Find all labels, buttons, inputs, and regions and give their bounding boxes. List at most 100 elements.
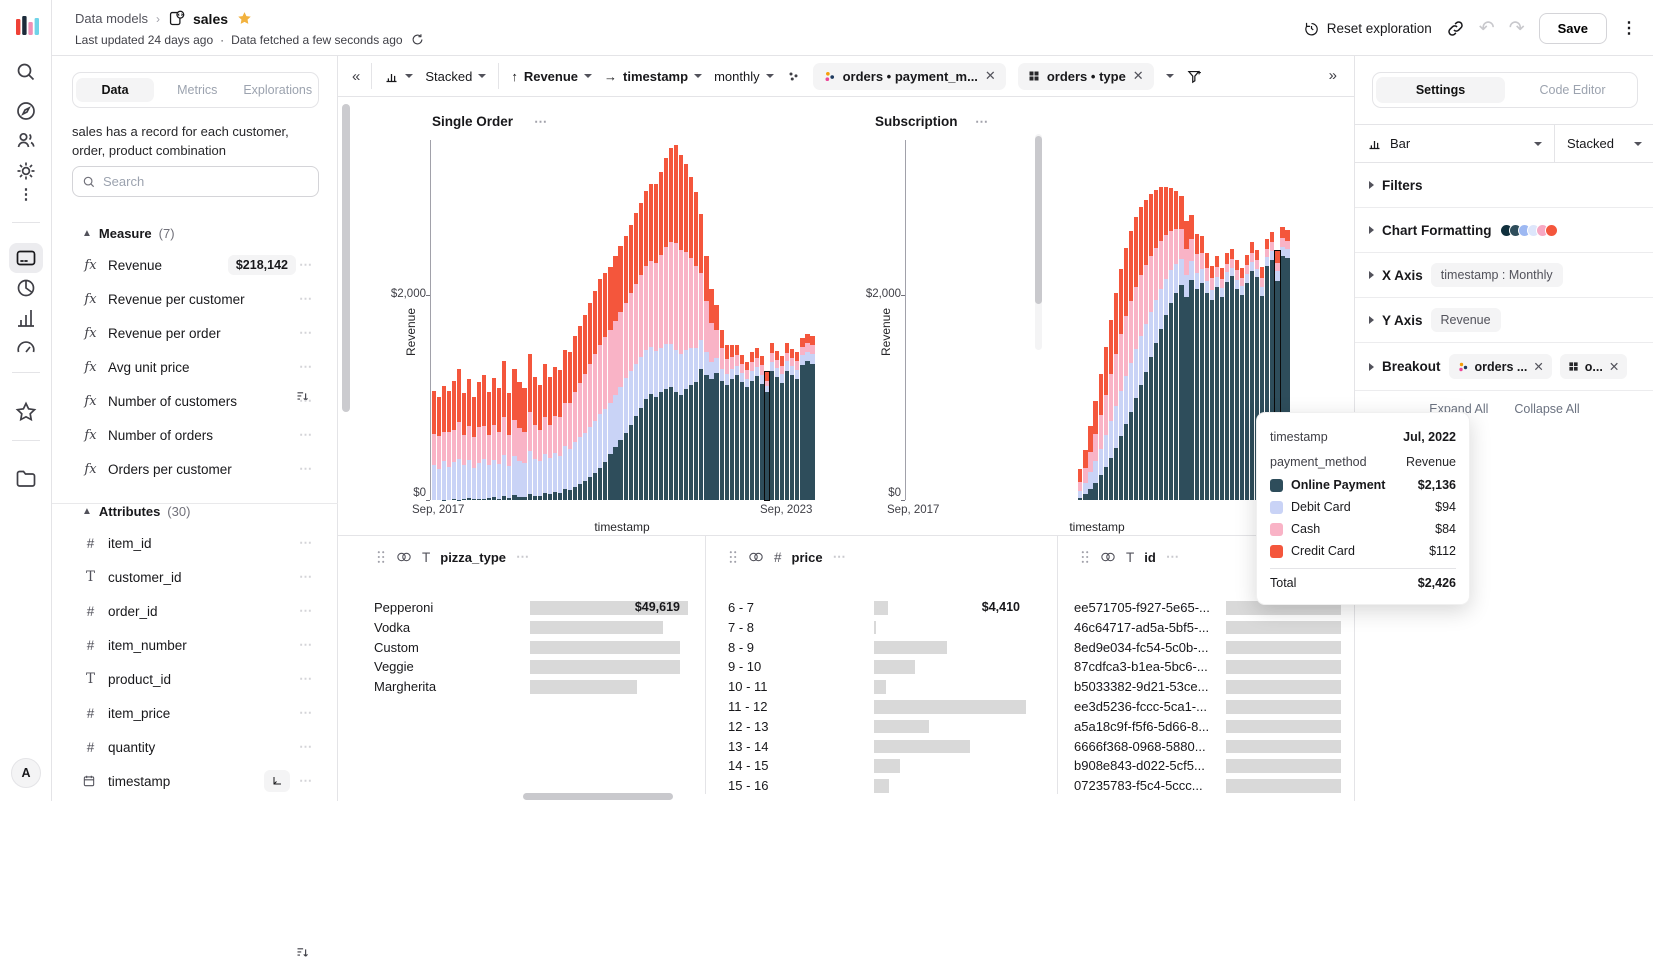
bar[interactable]: [775, 351, 779, 500]
horizontal-scrollbar[interactable]: [338, 793, 1354, 801]
summary-row[interactable]: 14 - 15: [706, 756, 1057, 776]
bar[interactable]: [462, 393, 466, 500]
bar[interactable]: [1154, 190, 1158, 500]
bar[interactable]: [1078, 469, 1082, 500]
bar[interactable]: [1093, 401, 1097, 500]
summary-row[interactable]: Veggie: [340, 657, 705, 677]
measure-section-header[interactable]: ▲ Measure (7): [52, 220, 338, 246]
field-menu-icon[interactable]: ⋯: [299, 461, 312, 477]
bar[interactable]: [533, 377, 537, 500]
attribute-item-customer_id[interactable]: Tcustomer_id⋯: [52, 560, 338, 594]
undo-icon[interactable]: ↶: [1479, 17, 1495, 40]
bar[interactable]: [543, 364, 547, 500]
collapse-all-link[interactable]: Collapse All: [1514, 402, 1579, 416]
bar[interactable]: [517, 382, 521, 500]
bar[interactable]: [548, 377, 552, 500]
bar[interactable]: [689, 177, 693, 500]
bar[interactable]: [573, 336, 577, 500]
bar[interactable]: [624, 236, 628, 500]
bar[interactable]: [507, 393, 511, 500]
bar[interactable]: [694, 192, 698, 500]
bar[interactable]: [1149, 194, 1153, 500]
bar[interactable]: [472, 397, 476, 500]
bar[interactable]: [755, 348, 759, 500]
measure-item-Number of orders[interactable]: fxNumber of orders⋯: [52, 418, 338, 452]
price-column-scrollbar[interactable]: [1035, 134, 1042, 350]
plot-area[interactable]: [430, 140, 814, 500]
attribute-item-timestamp[interactable]: timestamp⋯: [52, 764, 338, 798]
drag-handle-icon[interactable]: [1080, 550, 1090, 564]
summary-row[interactable]: 10 - 11: [706, 677, 1057, 697]
viz-type-select[interactable]: Bar: [1355, 125, 1555, 162]
bar[interactable]: [553, 367, 557, 500]
summary-row[interactable]: b5033382-9d21-53ce...: [1058, 677, 1354, 697]
bar[interactable]: [629, 225, 633, 500]
measure-item-Revenue[interactable]: fxRevenue$218,142⋯: [52, 248, 338, 282]
field-menu-icon[interactable]: ⋯: [299, 671, 312, 687]
tab-explorations[interactable]: Explorations: [238, 83, 319, 97]
summary-row[interactable]: 9 - 10: [706, 657, 1057, 677]
chevron-down-icon[interactable]: [1166, 74, 1174, 78]
column-header-pizza_type[interactable]: Tpizza_type⋯: [376, 546, 530, 568]
bar[interactable]: [583, 315, 587, 500]
bar[interactable]: [1235, 260, 1239, 500]
gauge-icon[interactable]: [14, 336, 38, 360]
bar[interactable]: [1184, 221, 1188, 500]
bar[interactable]: [568, 352, 572, 500]
bar[interactable]: [1164, 187, 1168, 500]
bar[interactable]: [558, 370, 562, 500]
bar[interactable]: [699, 214, 703, 500]
bar[interactable]: [1210, 266, 1214, 500]
tab-settings[interactable]: Settings: [1376, 77, 1505, 103]
summary-row[interactable]: b908e843-d022-5cf5...: [1058, 756, 1354, 776]
attribute-item-order_id[interactable]: #order_id⋯: [52, 594, 338, 628]
bar[interactable]: [467, 379, 471, 500]
bar[interactable]: [659, 172, 663, 500]
field-menu-icon[interactable]: ⋯: [299, 427, 312, 443]
viz-style-select[interactable]: Stacked: [1555, 125, 1653, 162]
remove-pill-icon[interactable]: ✕: [1609, 359, 1619, 374]
field-menu-icon[interactable]: ⋯: [299, 739, 312, 755]
y-axis-section[interactable]: Y Axis Revenue: [1355, 298, 1653, 343]
bar[interactable]: [1169, 188, 1173, 500]
summary-row[interactable]: a5a18c9f-f5f6-5d66-8...: [1058, 717, 1354, 737]
granularity-button[interactable]: monthly: [714, 69, 774, 84]
bar[interactable]: [1083, 450, 1087, 500]
search-input[interactable]: [103, 174, 283, 189]
measure-item-Orders per customer[interactable]: fxOrders per customer⋯: [52, 452, 338, 486]
summary-row[interactable]: Margherita: [340, 677, 705, 697]
attribute-item-item_id[interactable]: #item_id⋯: [52, 526, 338, 560]
bar[interactable]: [770, 343, 774, 500]
workbook-icon[interactable]: [14, 246, 38, 270]
bar[interactable]: [800, 338, 804, 500]
bar[interactable]: [442, 386, 446, 500]
chart-menu-icon[interactable]: ⋯: [975, 114, 989, 130]
summary-row[interactable]: 13 - 14: [706, 737, 1057, 757]
bar[interactable]: [745, 362, 749, 500]
bar[interactable]: [593, 291, 597, 500]
breakout-section[interactable]: Breakout orders ... ✕ o... ✕: [1355, 343, 1653, 391]
sort-icon[interactable]: [295, 945, 310, 960]
more-icon[interactable]: ⋮: [14, 185, 38, 209]
bar[interactable]: [1088, 426, 1092, 500]
pie-chart-icon[interactable]: [14, 276, 38, 300]
refresh-icon[interactable]: [410, 32, 425, 47]
bar[interactable]: [1200, 236, 1204, 500]
remove-pill-icon[interactable]: ✕: [1533, 359, 1543, 374]
bar[interactable]: [810, 336, 814, 500]
bar[interactable]: [1250, 242, 1254, 500]
bar[interactable]: [704, 256, 708, 500]
bar[interactable]: [1104, 347, 1108, 500]
bar[interactable]: [522, 388, 526, 500]
field-menu-icon[interactable]: ⋯: [299, 535, 312, 551]
bar[interactable]: [669, 148, 673, 500]
bar[interactable]: [714, 305, 718, 500]
bar[interactable]: [740, 355, 744, 500]
attribute-item-product_id[interactable]: Tproduct_id⋯: [52, 662, 338, 696]
bar[interactable]: [664, 158, 668, 500]
breadcrumb-data-models[interactable]: Data models: [75, 11, 148, 26]
bar[interactable]: [684, 164, 688, 500]
tab-code-editor[interactable]: Code Editor: [1508, 83, 1637, 97]
summary-row[interactable]: 8 - 9: [706, 638, 1057, 658]
bar[interactable]: [760, 356, 764, 500]
